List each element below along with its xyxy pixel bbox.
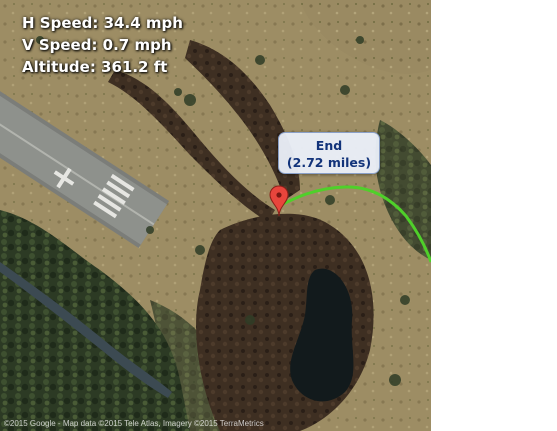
map-pin-icon[interactable] [269, 185, 289, 217]
telemetry-overlay: H Speed: 34.4 mph V Speed: 0.7 mph Altit… [22, 12, 183, 78]
satellite-map[interactable]: H Speed: 34.4 mph V Speed: 0.7 mph Altit… [0, 0, 431, 431]
blank-side-panel [431, 0, 557, 431]
v-speed-readout: V Speed: 0.7 mph [22, 36, 172, 54]
h-speed-readout: H Speed: 34.4 mph [22, 14, 183, 32]
end-marker-label[interactable]: End (2.72 miles) [278, 132, 380, 174]
map-attribution: ©2015 Google - Map data ©2015 Tele Atlas… [4, 419, 264, 428]
end-label-title: End [315, 138, 343, 153]
altitude-readout: Altitude: 361.2 ft [22, 58, 168, 76]
end-label-distance: (2.72 miles) [286, 155, 372, 170]
